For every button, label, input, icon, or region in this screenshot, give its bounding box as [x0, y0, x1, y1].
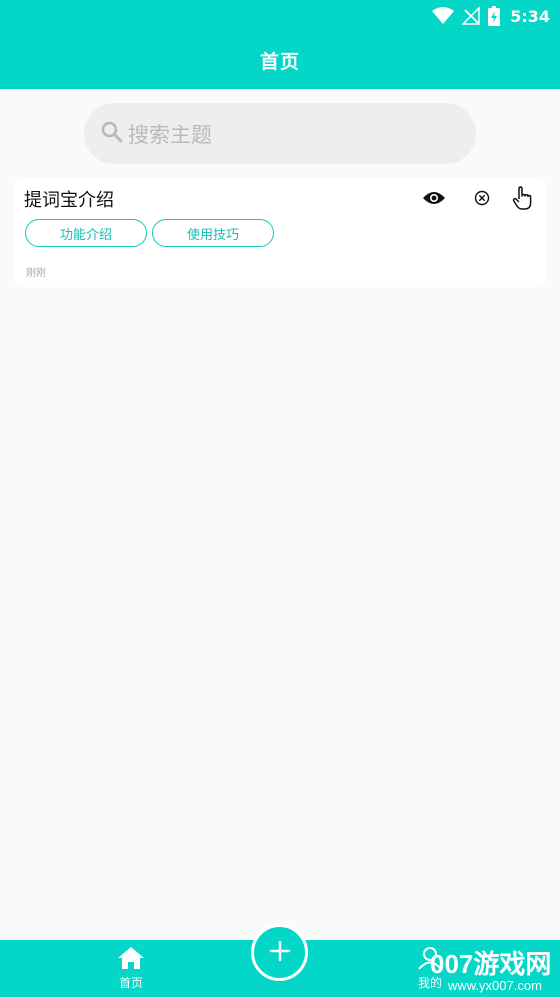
page-title: 首页 — [259, 51, 300, 73]
wifi-icon — [432, 7, 455, 25]
home-icon — [117, 947, 145, 974]
battery-charging-icon — [488, 6, 501, 26]
nav-home-label: 首页 — [118, 976, 143, 990]
tag-chip[interactable]: 使用技巧 — [152, 219, 275, 247]
app-header: 5:34 首页 — [0, 0, 560, 89]
tag-list: 功能介绍 使用技巧 — [25, 219, 275, 247]
no-signal-icon — [462, 7, 480, 25]
search-placeholder: 搜索主题 — [128, 122, 212, 147]
status-bar: 5:34 — [432, 5, 550, 27]
close-icon[interactable] — [468, 185, 496, 211]
card-title: 提词宝介绍 — [24, 190, 114, 211]
status-time: 5:34 — [510, 6, 550, 26]
search-input[interactable]: 搜索主题 — [84, 103, 476, 164]
nav-home[interactable]: 首页 — [91, 946, 171, 991]
eye-icon[interactable] — [420, 185, 448, 211]
card-actions — [420, 185, 536, 211]
watermark-url: www.yx007.com — [448, 978, 542, 993]
hand-pointer-icon[interactable] — [508, 185, 536, 211]
app-screen: 5:34 首页 搜索主题 提词宝介绍 功能介绍 使用技巧 刚刚 首页 我的 00… — [0, 0, 560, 997]
search-icon — [100, 120, 124, 148]
add-button[interactable] — [251, 924, 308, 981]
plus-icon — [269, 940, 291, 966]
card-timestamp: 刚刚 — [26, 268, 46, 279]
tag-chip[interactable]: 功能介绍 — [25, 219, 148, 247]
topic-card[interactable]: 提词宝介绍 功能介绍 使用技巧 刚刚 — [14, 178, 546, 287]
watermark-logo: 007游戏网 — [430, 949, 552, 979]
